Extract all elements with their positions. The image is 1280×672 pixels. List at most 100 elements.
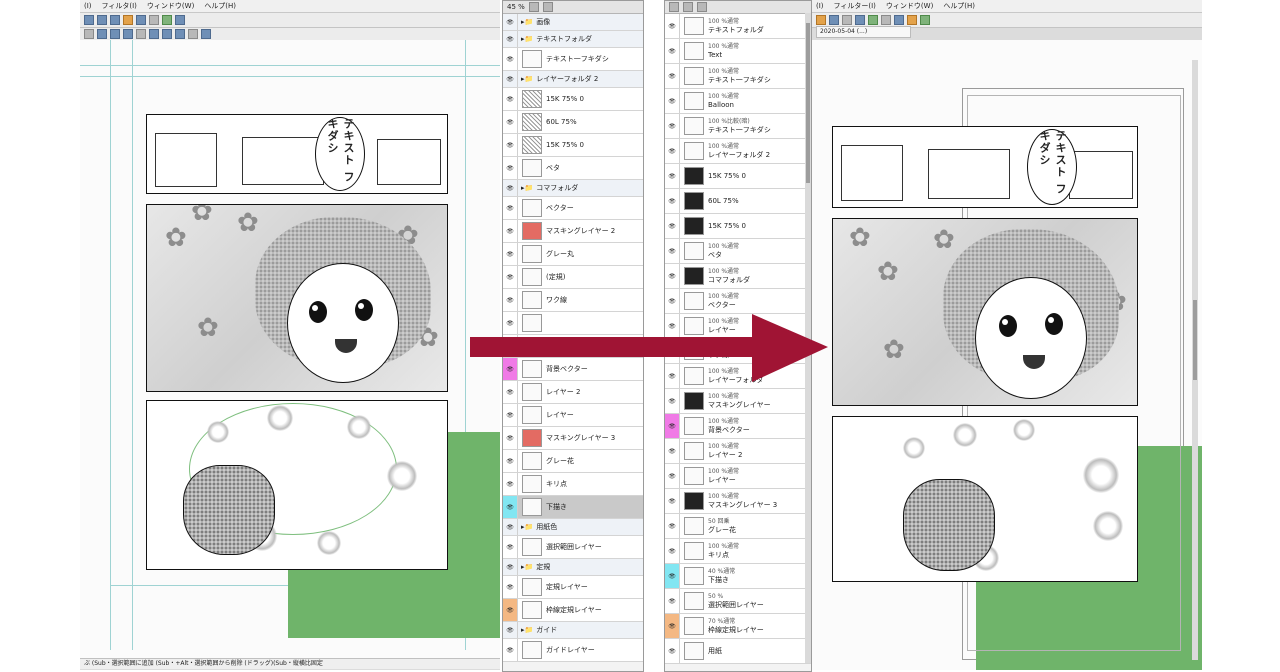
- visibility-eye-icon[interactable]: 👁: [665, 89, 680, 113]
- visibility-eye-icon[interactable]: 👁: [665, 64, 680, 88]
- visibility-eye-icon[interactable]: 👁: [503, 473, 518, 495]
- scrollbar-thumb[interactable]: [1193, 300, 1197, 380]
- guide-icon[interactable]: [201, 29, 211, 39]
- visibility-eye-icon[interactable]: 👁: [665, 189, 680, 213]
- visibility-eye-icon[interactable]: 👁: [503, 266, 518, 288]
- layer-row[interactable]: 👁 レイヤー 2: [503, 381, 643, 404]
- ruler-icon[interactable]: [175, 29, 185, 39]
- layer-row[interactable]: 👁 100 %通常 背景ベクター: [665, 414, 811, 439]
- layer-row[interactable]: 👁 グレー丸: [503, 243, 643, 266]
- layer-row[interactable]: 👁 100 %通常 レイヤー: [665, 464, 811, 489]
- layer-folder[interactable]: 👁 ▸📁 レイヤーフォルダ 2: [503, 71, 643, 88]
- visibility-eye-icon[interactable]: 👁: [665, 289, 680, 313]
- canvas-scrollbar[interactable]: [1192, 60, 1198, 660]
- visibility-eye-icon[interactable]: 👁: [665, 164, 680, 188]
- layer-row[interactable]: 👁 100 %通常 キリ点: [665, 539, 811, 564]
- document-tab[interactable]: 2020-05-04 (...): [816, 26, 911, 38]
- menu-item[interactable]: (I): [816, 2, 824, 10]
- redo-icon[interactable]: [829, 15, 839, 25]
- move-icon[interactable]: [84, 29, 94, 39]
- layer-row[interactable]: 👁 100 %通常 コマフォルダ: [665, 264, 811, 289]
- layer-row[interactable]: 👁 100 %通常 テキストフォルダ: [665, 14, 811, 39]
- invert-selection-icon[interactable]: [149, 29, 159, 39]
- layer-row[interactable]: 👁 ベクター: [503, 197, 643, 220]
- select-rect-icon[interactable]: [97, 29, 107, 39]
- green-check-icon[interactable]: [920, 15, 930, 25]
- visibility-eye-icon[interactable]: 👁: [503, 197, 518, 219]
- visibility-eye-icon[interactable]: 👁: [503, 14, 518, 30]
- visibility-eye-icon[interactable]: 👁: [665, 639, 680, 663]
- visibility-eye-icon[interactable]: 👁: [503, 134, 518, 156]
- visibility-eye-icon[interactable]: 👁: [503, 88, 518, 110]
- layer-row[interactable]: 👁 マスキングレイヤー 2: [503, 220, 643, 243]
- visibility-eye-icon[interactable]: 👁: [665, 564, 680, 588]
- visibility-eye-icon[interactable]: 👁: [503, 450, 518, 472]
- visibility-eye-icon[interactable]: 👁: [503, 220, 518, 242]
- layer-row[interactable]: 👁 100 %通常 Balloon: [665, 89, 811, 114]
- visibility-eye-icon[interactable]: 👁: [665, 214, 680, 238]
- layer-row[interactable]: 👁 15K 75% 0: [665, 214, 811, 239]
- ruler-icon[interactable]: [894, 15, 904, 25]
- visibility-eye-icon[interactable]: 👁: [503, 404, 518, 426]
- visibility-eye-icon[interactable]: 👁: [665, 589, 680, 613]
- reference-icon[interactable]: [697, 2, 707, 12]
- menu-item[interactable]: ヘルプ(H): [204, 1, 236, 11]
- visibility-eye-icon[interactable]: 👁: [503, 71, 518, 87]
- color-icon[interactable]: [907, 15, 917, 25]
- visibility-eye-icon[interactable]: 👁: [503, 48, 518, 70]
- layer-row[interactable]: 👁 ワク線: [503, 289, 643, 312]
- layer-folder[interactable]: 👁 ▸📁 ガイド: [503, 622, 643, 639]
- visibility-eye-icon[interactable]: 👁: [665, 464, 680, 488]
- layer-folder[interactable]: 👁 ▸📁 用紙色: [503, 519, 643, 536]
- visibility-eye-icon[interactable]: 👁: [665, 489, 680, 513]
- visibility-eye-icon[interactable]: 👁: [665, 539, 680, 563]
- visibility-eye-icon[interactable]: 👁: [503, 519, 518, 535]
- layer-row[interactable]: 👁 50 回乗 グレー花: [665, 514, 811, 539]
- visibility-eye-icon[interactable]: 👁: [503, 31, 518, 47]
- layer-row[interactable]: 👁 テキスト一フキダシ: [503, 48, 643, 71]
- menu-item[interactable]: フィルター(I): [834, 1, 876, 11]
- deselect-icon[interactable]: [136, 29, 146, 39]
- visibility-eye-icon[interactable]: 👁: [503, 496, 518, 518]
- layer-folder[interactable]: 👁 ▸📁 コマフォルダ: [503, 180, 643, 197]
- visibility-eye-icon[interactable]: 👁: [503, 427, 518, 449]
- layer-row[interactable]: 👁 (定規): [503, 266, 643, 289]
- visibility-eye-icon[interactable]: 👁: [503, 243, 518, 265]
- visibility-eye-icon[interactable]: 👁: [503, 289, 518, 311]
- layer-row[interactable]: 👁 15K 75% 0: [503, 88, 643, 111]
- layer-folder[interactable]: 👁 ▸📁 テキストフォルダ: [503, 31, 643, 48]
- layer-row[interactable]: 👁 100 %通常 レイヤーフォルダ 2: [665, 139, 811, 164]
- settings-icon[interactable]: [162, 15, 172, 25]
- clip-icon[interactable]: [683, 2, 693, 12]
- layer-row[interactable]: 👁 グレー花: [503, 450, 643, 473]
- visibility-eye-icon[interactable]: 👁: [665, 514, 680, 538]
- redo-icon[interactable]: [136, 15, 146, 25]
- visibility-eye-icon[interactable]: 👁: [503, 559, 518, 575]
- layer-row[interactable]: 👁 用紙: [665, 639, 811, 664]
- zoom-level[interactable]: 45 %: [507, 3, 525, 11]
- visibility-eye-icon[interactable]: 👁: [503, 111, 518, 133]
- fill-icon[interactable]: [162, 29, 172, 39]
- select-icon[interactable]: [855, 15, 865, 25]
- undo-icon[interactable]: [816, 15, 826, 25]
- layer-row[interactable]: 👁 40 %通常 下描き: [665, 564, 811, 589]
- undo-icon[interactable]: [123, 15, 133, 25]
- layer-row[interactable]: 👁 選択範囲レイヤー: [503, 536, 643, 559]
- visibility-eye-icon[interactable]: 👁: [665, 139, 680, 163]
- visibility-eye-icon[interactable]: 👁: [665, 439, 680, 463]
- scrollbar-thumb[interactable]: [806, 23, 810, 183]
- layer-row[interactable]: 👁 70 %通常 枠線定規レイヤー: [665, 614, 811, 639]
- layer-row[interactable]: 👁 50 % 選択範囲レイヤー: [665, 589, 811, 614]
- layer-row[interactable]: 👁 キリ点: [503, 473, 643, 496]
- layer-row[interactable]: 👁 100 %通常 ベタ: [665, 239, 811, 264]
- right-canvas[interactable]: テキスト フキダシ ✿ ✿ ✿ ✿ ✿: [812, 40, 1202, 670]
- layer-row[interactable]: 👁 15K 75% 0: [503, 134, 643, 157]
- visibility-eye-icon[interactable]: 👁: [503, 639, 518, 661]
- layer-row[interactable]: 👁 100 %通常 テキスト一フキダシ: [665, 64, 811, 89]
- layer-row[interactable]: 👁 100 %比較(暗) テキスト一フキダシ: [665, 114, 811, 139]
- delete-layer-icon[interactable]: [542, 2, 553, 12]
- print-icon[interactable]: [149, 15, 159, 25]
- layer-row[interactable]: 👁 ガイドレイヤー: [503, 639, 643, 662]
- layer-row[interactable]: 👁 レイヤー: [503, 404, 643, 427]
- visibility-eye-icon[interactable]: 👁: [665, 14, 680, 38]
